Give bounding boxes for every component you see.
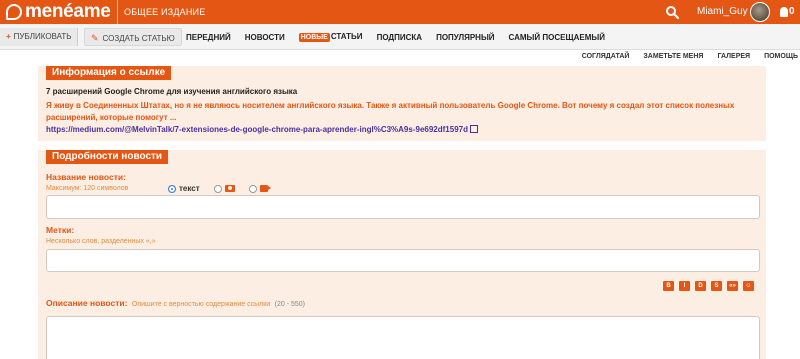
external-link-icon xyxy=(469,125,478,133)
tags-input[interactable] xyxy=(46,249,760,272)
secondary-nav: СОГЛЯДАТАЙ ЗАМЕТЬТЕ МЕНЯ ГАЛЕРЕЯ ПОМОЩЬ xyxy=(568,53,798,60)
write-article-label: СОЗДАТЬ СТАТЬЮ xyxy=(102,34,175,43)
tab-subscription[interactable]: ПОДПИСКА xyxy=(377,33,423,42)
link-title: 7 расширений Google Chrome для изучения … xyxy=(46,87,298,96)
description-length-range: (20 - 550) xyxy=(274,301,305,308)
link-info-panel: Информация о ссылке 7 расширений Google … xyxy=(38,66,766,141)
write-article-button[interactable]: ✎ СОЗДАТЬ СТАТЬЮ xyxy=(84,28,182,46)
description-textarea[interactable] xyxy=(46,316,760,359)
tab-most-visited[interactable]: САМЫЙ ПОСЕЩАЕМЫЙ xyxy=(509,33,605,42)
search-icon[interactable] xyxy=(665,5,679,19)
tab-news[interactable]: НОВОСТИ xyxy=(245,33,285,42)
link-description: Я живу в Соединенных Штатах, но я не явл… xyxy=(46,101,735,122)
camera-icon xyxy=(224,185,235,192)
type-text-option[interactable]: текст xyxy=(168,184,200,193)
type-image-option[interactable] xyxy=(213,184,235,193)
description-label-row: Описание новости: Опишите с верностью со… xyxy=(46,293,305,311)
tab-front[interactable]: ПЕРЕДНИЙ xyxy=(186,33,231,42)
publish-label: ПУБЛИКОВАТЬ xyxy=(13,32,72,41)
news-details-panel: Подробности новости Название новости: Ма… xyxy=(38,150,766,359)
subnav-notice-me[interactable]: ЗАМЕТЬТЕ МЕНЯ xyxy=(643,53,703,60)
radio-text[interactable] xyxy=(168,184,176,193)
plus-icon: + xyxy=(6,32,11,41)
tab-popular[interactable]: ПОПУЛЯРНЫЙ xyxy=(436,33,494,42)
title-hint: Максимум: 120 символов xyxy=(46,185,129,192)
subnav-help[interactable]: ПОМОЩЬ xyxy=(764,53,798,60)
tab-articles[interactable]: НОВЫЕ СТАТЬИ xyxy=(298,32,363,42)
logo-icon xyxy=(6,4,22,20)
subnav-watch[interactable]: СОГЛЯДАТАЙ xyxy=(582,53,630,60)
subnav-gallery[interactable]: ГАЛЕРЕЯ xyxy=(717,53,750,60)
tags-hint: Несколько слов, разделенных «,» xyxy=(46,238,156,245)
bold-button[interactable]: B xyxy=(663,281,674,291)
new-badge: НОВЫЕ xyxy=(298,33,330,42)
avatar[interactable] xyxy=(750,2,770,22)
publish-button[interactable]: + ПУБЛИКОВАТЬ xyxy=(0,28,79,46)
emoji-button[interactable]: ☺ xyxy=(743,281,754,291)
tags-label: Метки: xyxy=(46,225,75,235)
link-info-heading: Информация о ссылке xyxy=(46,66,172,80)
radio-video[interactable] xyxy=(248,184,257,193)
radio-image[interactable] xyxy=(213,184,222,193)
notifications-button[interactable]: 0 xyxy=(780,5,795,19)
quote-button[interactable]: «» xyxy=(727,281,738,291)
spoiler-button[interactable]: S xyxy=(711,281,722,291)
description-label: Описание новости: xyxy=(46,298,128,308)
top-bar: menéame ОБЩЕЕ ИЗДАНИЕ Miami_Guy 0 xyxy=(0,0,800,24)
link-url-text: https://medium.com/@MelvinTalk/7-extensi… xyxy=(46,125,468,134)
strike-button[interactable]: D xyxy=(695,281,706,291)
type-text-label: текст xyxy=(179,184,200,193)
content-type-selector: текст xyxy=(168,184,282,193)
type-video-option[interactable] xyxy=(248,184,271,193)
logo[interactable]: menéame xyxy=(6,2,111,22)
toolbar: + ПУБЛИКОВАТЬ ✎ СОЗДАТЬ СТАТЬЮ ПЕРЕДНИЙ НО… xyxy=(0,24,800,50)
notifications-count: 0 xyxy=(789,6,795,17)
italic-button[interactable]: I xyxy=(679,281,690,291)
site-section-title[interactable]: ОБЩЕЕ ИЗДАНИЕ xyxy=(117,0,205,24)
title-label: Название новости: xyxy=(46,172,126,182)
bell-icon xyxy=(780,7,788,17)
tab-articles-label: СТАТЬИ xyxy=(330,32,363,41)
username[interactable]: Miami_Guy xyxy=(697,0,748,24)
video-camera-icon xyxy=(259,185,271,192)
nav-tabs: ПЕРЕДНИЙ НОВОСТИ НОВЫЕ СТАТЬИ ПОДПИСКА ПО… xyxy=(186,24,619,50)
link-url[interactable]: https://medium.com/@MelvinTalk/7-extensi… xyxy=(46,125,478,134)
news-title-input[interactable] xyxy=(46,195,760,219)
news-details-heading: Подробности новости xyxy=(46,150,169,164)
logo-text: menéame xyxy=(25,1,111,22)
pencil-icon: ✎ xyxy=(91,33,99,43)
description-hint: Опишите с верностью содержание ссылки xyxy=(131,301,271,308)
format-toolbar: B I D S «» ☺ xyxy=(658,281,754,291)
